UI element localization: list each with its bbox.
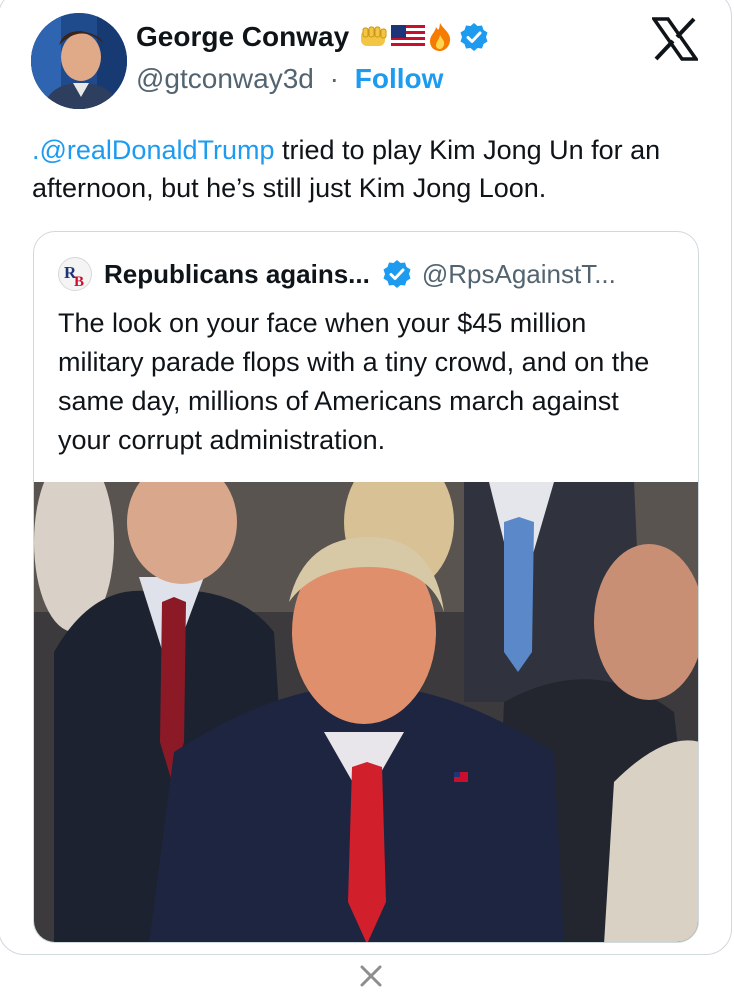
author-name-row[interactable]: George Conway	[136, 21, 489, 53]
quote-text: The look on your face when your $45 mill…	[58, 308, 650, 455]
verified-badge-icon	[383, 260, 411, 288]
author-emojis	[359, 22, 489, 52]
fist-icon	[361, 26, 387, 46]
mention-link[interactable]: .@realDonaldTrump	[32, 135, 275, 165]
quote-header: R B Republicans agains... @RpsAgainstT..…	[58, 256, 616, 292]
author-avatar[interactable]	[31, 13, 127, 109]
author-handle-row: @gtconway3d · Follow	[136, 63, 443, 95]
author-handle[interactable]: @gtconway3d	[136, 63, 314, 94]
quote-photo[interactable]	[34, 482, 699, 943]
svg-text:B: B	[74, 274, 84, 290]
x-logo-icon[interactable]	[652, 17, 698, 61]
follow-button[interactable]: Follow	[355, 63, 444, 94]
author-name[interactable]: George Conway	[136, 21, 349, 53]
quote-author-name[interactable]: Republicans agains...	[104, 259, 370, 290]
us-flag-icon	[391, 25, 426, 49]
verified-badge-icon	[460, 23, 488, 51]
quote-avatar-logo-icon[interactable]: R B	[58, 257, 92, 291]
quoted-tweet[interactable]: R B Republicans agains... @RpsAgainstT..…	[33, 231, 699, 943]
tweet-text: .@realDonaldTrump tried to play Kim Jong…	[32, 131, 697, 207]
tweet-card: George Conway @gtconway3d · Follow .@rea…	[0, 0, 732, 955]
quote-author-handle[interactable]: @RpsAgainstT...	[422, 259, 616, 290]
close-icon[interactable]	[358, 963, 384, 989]
fire-icon	[430, 23, 451, 51]
separator-dot: ·	[329, 63, 339, 94]
